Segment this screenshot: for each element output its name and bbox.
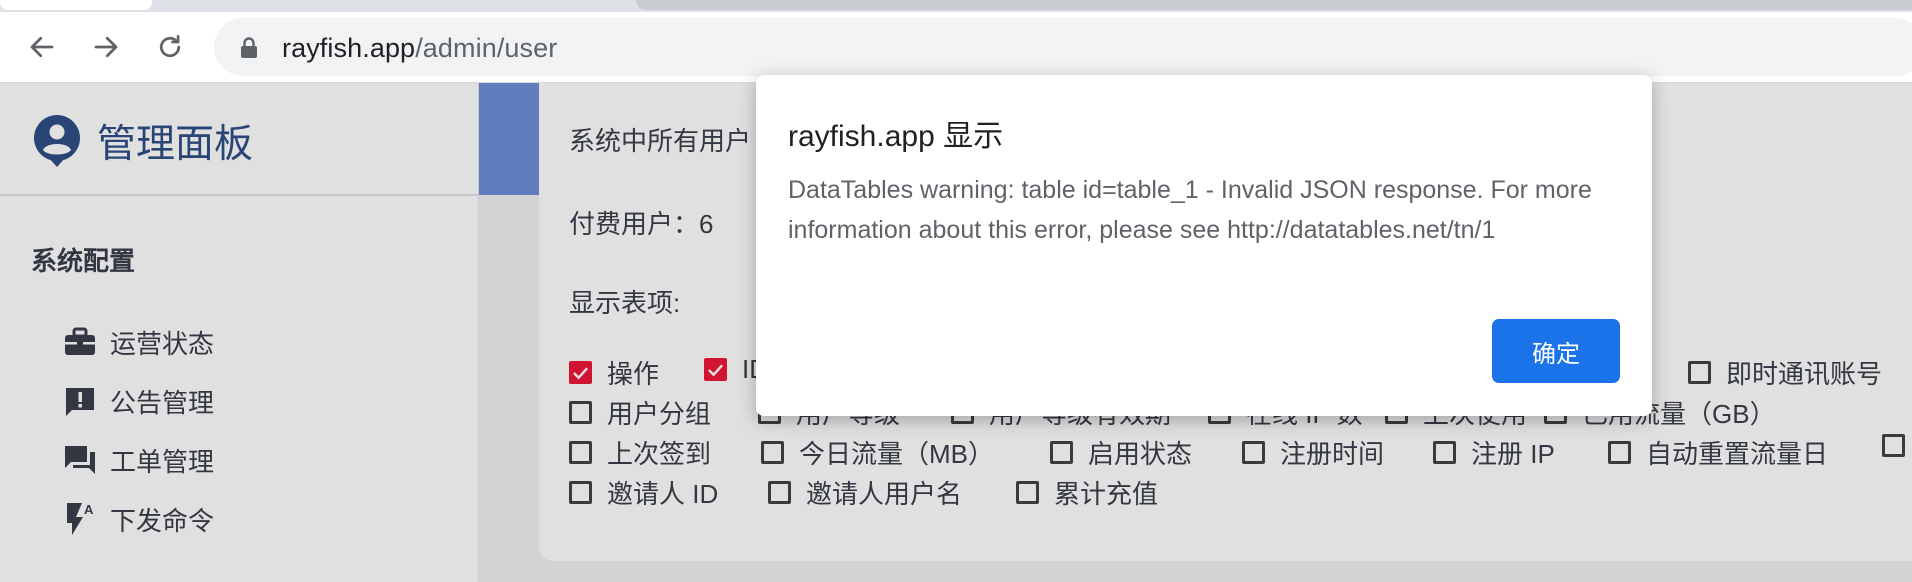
column-toggle-user-group[interactable]: 用户分组 (569, 394, 711, 431)
checkbox[interactable] (1016, 481, 1039, 504)
column-toggle-today-traffic[interactable]: 今日流量（MB） (761, 434, 994, 471)
dialog-title: rayfish.app 显示 (788, 120, 1004, 153)
browser-toolbar: rayfish.app/admin/user (0, 12, 1912, 83)
sidebar-item-announcements[interactable]: 公告管理 (62, 381, 214, 421)
forward-icon[interactable] (88, 29, 124, 65)
checkbox-label: 邀请人 ID (607, 479, 719, 509)
column-toggle-enabled[interactable]: 启用状态 (1050, 434, 1192, 471)
sidebar-item-operation-status[interactable]: 运营状态 (62, 322, 214, 362)
url-host: rayfish.app (282, 33, 416, 63)
announcement-icon (62, 383, 98, 419)
column-toggle-more[interactable] (1882, 434, 1905, 457)
checkbox-label: 用户分组 (607, 399, 712, 429)
paid-users-count: 付费用户：6 (569, 209, 714, 239)
page-header-banner (479, 83, 539, 195)
sidebar-item-label: 运营状态 (110, 328, 215, 359)
flash-auto-icon: A (62, 501, 98, 537)
column-toggle-inviter-username[interactable]: 邀请人用户名 (768, 474, 962, 511)
brand-title[interactable]: 管理面板 (97, 113, 253, 169)
checkbox-label: 注册 IP (1471, 439, 1555, 469)
checkbox[interactable] (1882, 434, 1905, 457)
column-toggle-last-checkin[interactable]: 上次签到 (569, 434, 711, 471)
brand-header: 管理面板 (0, 83, 478, 196)
back-icon[interactable] (24, 29, 60, 65)
checkbox-label: 邀请人用户名 (806, 479, 963, 509)
url-text[interactable]: rayfish.app/admin/user (282, 33, 557, 64)
column-toggle-inviter-id[interactable]: 邀请人 ID (569, 474, 718, 511)
svg-text:A: A (84, 502, 94, 517)
checkbox[interactable] (1608, 441, 1631, 464)
reload-icon[interactable] (152, 29, 188, 65)
tab-strip (0, 0, 1912, 12)
browser-tab[interactable] (0, 0, 152, 10)
checkbox[interactable] (768, 481, 791, 504)
sidebar: 管理面板 系统配置 运营状态 公告管理 工单管理 A 下发命令 (0, 83, 479, 582)
sidebar-item-send-command[interactable]: A 下发命令 (62, 499, 214, 539)
account-circle-icon (32, 114, 82, 173)
dialog-message: DataTables warning: table id=table_1 - I… (788, 176, 1592, 244)
checkbox[interactable] (569, 441, 592, 464)
sidebar-item-tickets[interactable]: 工单管理 (62, 440, 214, 480)
checkbox[interactable] (1688, 361, 1711, 384)
summary-text: 系统中所有用户 (569, 126, 752, 156)
checkbox-label: 累计充值 (1054, 479, 1159, 509)
checkbox[interactable] (1050, 441, 1073, 464)
alert-dialog: rayfish.app 显示 DataTables warning: table… (756, 75, 1652, 416)
column-toggle-reg-time[interactable]: 注册时间 (1242, 434, 1384, 471)
checkbox[interactable] (569, 401, 592, 424)
lock-icon[interactable] (240, 37, 258, 64)
column-toggle-reg-ip[interactable]: 注册 IP (1433, 434, 1555, 471)
column-toggle-auto-reset-day[interactable]: 自动重置流量日 (1608, 434, 1828, 471)
url-path: /admin/user (415, 33, 558, 63)
columns-label: 显示表项: (569, 288, 681, 318)
checkbox-label: 自动重置流量日 (1646, 439, 1829, 469)
sidebar-item-label: 下发命令 (110, 505, 215, 536)
briefcase-icon (62, 324, 98, 360)
checkbox-label: 今日流量（MB） (799, 439, 995, 469)
checkbox-label: 启用状态 (1088, 439, 1193, 469)
column-toggle-im-account[interactable]: 即时通讯账号 (1688, 354, 1882, 391)
section-title: 系统配置 (31, 246, 136, 276)
column-toggle-actions[interactable]: 操作 (569, 354, 659, 391)
checkbox[interactable] (569, 361, 592, 384)
checkbox-label: 即时通讯账号 (1726, 359, 1883, 389)
sidebar-item-label: 工单管理 (110, 446, 215, 477)
forum-icon (62, 442, 98, 478)
checkbox[interactable] (704, 358, 727, 381)
browser-tab[interactable] (636, 0, 1912, 10)
checkbox[interactable] (1242, 441, 1265, 464)
checkbox[interactable] (569, 481, 592, 504)
checkbox[interactable] (1433, 441, 1456, 464)
ok-button[interactable]: 确定 (1492, 319, 1620, 383)
checkbox-label: 操作 (607, 359, 660, 389)
sidebar-item-label: 公告管理 (110, 387, 215, 418)
column-toggle-total-recharge[interactable]: 累计充值 (1016, 474, 1158, 511)
checkbox-label: 注册时间 (1280, 439, 1385, 469)
address-bar[interactable]: rayfish.app/admin/user (214, 18, 1912, 76)
checkbox-label: 上次签到 (607, 439, 712, 469)
checkbox[interactable] (761, 441, 784, 464)
